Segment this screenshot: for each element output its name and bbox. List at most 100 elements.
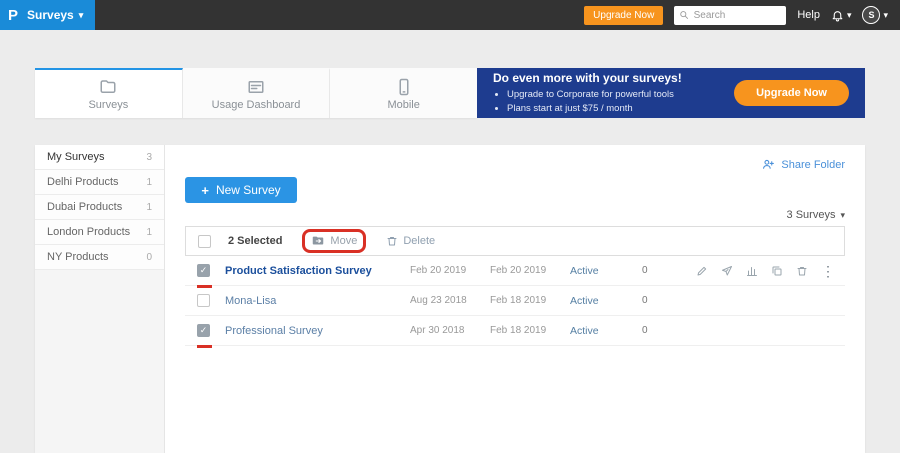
search-input[interactable] (694, 10, 782, 21)
promo-text: Do even more with your surveys! Upgrade … (493, 71, 682, 116)
survey-name-link[interactable]: Product Satisfaction Survey (225, 265, 410, 277)
annotation-move-highlight: Move (302, 229, 366, 253)
status-badge: Active (570, 295, 642, 307)
tab-surveys-label: Surveys (88, 99, 128, 111)
folder-label: My Surveys (47, 151, 104, 163)
mobile-icon (395, 78, 413, 96)
trash-icon[interactable] (796, 265, 808, 277)
promo-bullet: Upgrade to Corporate for powerful tools (507, 88, 682, 102)
brand: P Surveys ▾ (0, 0, 95, 30)
share-folder-label: Share Folder (781, 159, 845, 171)
row-checkbox-wrap (197, 294, 212, 307)
sidebar-item-my-surveys[interactable]: My Surveys 3 (35, 145, 164, 170)
folder-count: 1 (146, 202, 152, 213)
topbar-right: Upgrade Now Help ▾ S ▾ (584, 0, 900, 30)
surveys-content: Share Folder + New Survey 3 Surveys ▾ 2 … (165, 145, 865, 453)
send-icon[interactable] (721, 265, 733, 277)
responses-count: 0 (642, 265, 692, 276)
bulk-actions-toolbar: 2 Selected Move Delete (185, 226, 845, 256)
topbar: P Surveys ▾ Upgrade Now Help ▾ S ▾ (0, 0, 900, 30)
plus-icon: + (201, 183, 209, 198)
table-row: ✓ Professional Survey Apr 30 2018 Feb 18… (185, 316, 845, 346)
account-menu[interactable]: S ▾ (862, 6, 888, 24)
row-checkbox[interactable] (197, 294, 210, 307)
app-logo: P (8, 7, 18, 24)
annotation-underline (197, 345, 212, 348)
table-row: ✓ Product Satisfaction Survey Feb 20 201… (185, 256, 845, 286)
sidebar-item-ny-products[interactable]: NY Products 0 (35, 245, 164, 270)
promo-bullet: Plans start at just $75 / month (507, 102, 682, 116)
sidebar-item-dubai-products[interactable]: Dubai Products 1 (35, 195, 164, 220)
tab-surveys[interactable]: Surveys (35, 68, 183, 118)
selected-count-label: 2 Selected (228, 235, 282, 247)
survey-name-link[interactable]: Professional Survey (225, 325, 410, 337)
new-survey-button[interactable]: + New Survey (185, 177, 297, 203)
surveys-app-menu[interactable]: Surveys ▾ (27, 8, 83, 22)
copy-icon[interactable] (771, 265, 783, 277)
main-card: My Surveys 3 Delhi Products 1 Dubai Prod… (35, 145, 865, 453)
share-folder-button[interactable]: Share Folder (762, 158, 845, 171)
edit-icon[interactable] (696, 265, 708, 277)
folder-label: London Products (47, 226, 130, 238)
folder-icon (99, 78, 117, 96)
status-badge: Active (570, 265, 642, 277)
tab-mobile-label: Mobile (387, 99, 419, 111)
tab-bar: Surveys Usage Dashboard Mobile (35, 68, 477, 118)
created-date: Feb 20 2019 (410, 265, 490, 276)
folder-label: Dubai Products (47, 201, 122, 213)
sidebar-item-delhi-products[interactable]: Delhi Products 1 (35, 170, 164, 195)
notifications-menu[interactable]: ▾ (831, 9, 852, 22)
modified-date: Feb 18 2019 (490, 325, 570, 336)
responses-count: 0 (642, 295, 692, 306)
move-label: Move (330, 235, 357, 247)
folder-count: 3 (146, 152, 152, 163)
chevron-down-icon: ▾ (847, 10, 852, 21)
reports-chart-icon[interactable] (746, 265, 758, 277)
move-folder-icon (311, 234, 325, 248)
promo-bullets: Upgrade to Corporate for powerful tools … (493, 88, 682, 116)
created-date: Apr 30 2018 (410, 325, 490, 336)
folder-count: 1 (146, 227, 152, 238)
row-checkbox-wrap: ✓ (197, 264, 212, 277)
modified-date: Feb 20 2019 (490, 265, 570, 276)
select-all-checkbox[interactable] (198, 235, 211, 248)
row-checkbox-wrap: ✓ (197, 324, 212, 337)
tabs-promo-band: Surveys Usage Dashboard Mobile Do even m… (35, 68, 865, 118)
delete-button[interactable]: Delete (386, 235, 435, 247)
row-actions: ⋮ (692, 264, 835, 278)
tab-usage-dashboard-label: Usage Dashboard (212, 99, 301, 111)
delete-label: Delete (403, 235, 435, 247)
upgrade-now-button[interactable]: Upgrade Now (584, 6, 663, 25)
folder-count: 0 (146, 252, 152, 263)
chevron-down-icon: ▾ (79, 10, 84, 21)
chevron-down-icon: ▾ (883, 10, 888, 21)
row-checkbox[interactable]: ✓ (197, 324, 210, 337)
surveys-count-label: 3 Surveys (787, 209, 836, 221)
survey-name-link[interactable]: Mona-Lisa (225, 295, 410, 307)
chevron-down-icon: ▾ (840, 210, 845, 221)
tab-usage-dashboard[interactable]: Usage Dashboard (183, 68, 331, 118)
created-date: Aug 23 2018 (410, 295, 490, 306)
trash-icon (386, 235, 398, 247)
surveys-count-dropdown[interactable]: 3 Surveys ▾ (185, 209, 845, 221)
bell-icon (831, 9, 844, 22)
sidebar-item-london-products[interactable]: London Products 1 (35, 220, 164, 245)
surveys-app-menu-label: Surveys (27, 8, 74, 22)
dashboard-icon (247, 78, 265, 96)
tab-mobile[interactable]: Mobile (330, 68, 477, 118)
more-options-icon[interactable]: ⋮ (821, 264, 835, 278)
promo-upgrade-now-button[interactable]: Upgrade Now (734, 80, 849, 106)
promo-title: Do even more with your surveys! (493, 71, 682, 85)
move-button[interactable]: Move (311, 234, 357, 248)
search-box[interactable] (674, 6, 786, 25)
help-link[interactable]: Help (797, 9, 820, 21)
table-row: Mona-Lisa Aug 23 2018 Feb 18 2019 Active… (185, 286, 845, 316)
annotation-underline (197, 285, 212, 288)
person-plus-icon (762, 158, 775, 171)
status-badge: Active (570, 325, 642, 337)
row-checkbox[interactable]: ✓ (197, 264, 210, 277)
folder-label: Delhi Products (47, 176, 119, 188)
new-survey-label: New Survey (216, 183, 281, 197)
folders-sidebar: My Surveys 3 Delhi Products 1 Dubai Prod… (35, 145, 165, 453)
search-icon (679, 9, 689, 21)
